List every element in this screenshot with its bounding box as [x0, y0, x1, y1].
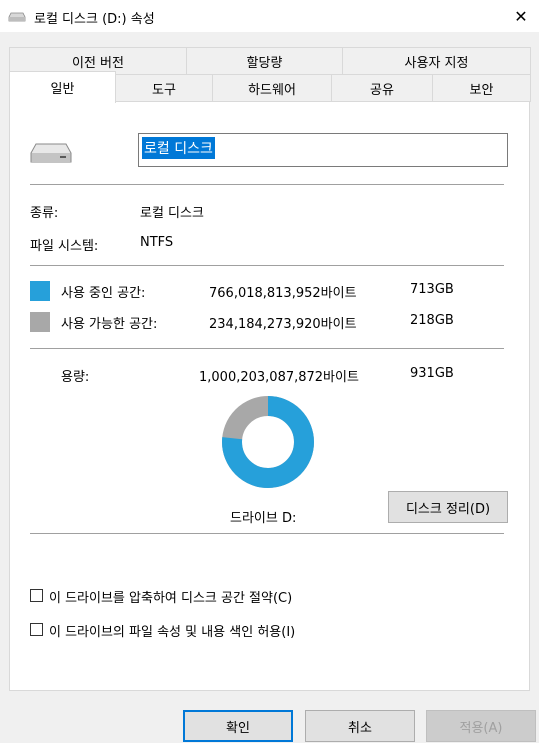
close-icon: ✕	[514, 6, 528, 26]
window-title: 로컬 디스크 (D:) 속성	[34, 12, 155, 27]
used-space-gb: 713GB	[410, 282, 454, 297]
free-space-label: 사용 가능한 공간:	[61, 317, 158, 332]
tab-hardware[interactable]: 하드웨어	[212, 74, 332, 102]
divider	[30, 348, 504, 349]
disk-cleanup-button[interactable]: 디스크 정리(D)	[388, 491, 508, 523]
close-button[interactable]: ✕	[506, 2, 536, 30]
apply-button[interactable]: 적용(A)	[426, 710, 536, 742]
compress-drive-label: 이 드라이브를 압축하여 디스크 공간 절약(C)	[49, 591, 293, 606]
free-space-swatch	[30, 312, 50, 332]
used-space-swatch	[30, 281, 50, 301]
tab-general[interactable]: 일반	[9, 71, 116, 103]
drive-icon-large	[30, 143, 72, 163]
divider	[30, 265, 504, 266]
used-space-bytes: 766,018,813,952바이트	[209, 286, 357, 301]
divider	[30, 533, 504, 534]
tab-tools[interactable]: 도구	[115, 74, 213, 102]
filesystem-label: 파일 시스템:	[30, 239, 99, 254]
tab-security[interactable]: 보안	[432, 74, 531, 102]
index-drive-label: 이 드라이브의 파일 속성 및 내용 색인 허용(I)	[49, 625, 296, 640]
free-space-bytes: 234,184,273,920바이트	[209, 317, 357, 332]
drive-name-value: 로컬 디스크	[142, 137, 215, 159]
type-label: 종류:	[30, 206, 59, 221]
ok-button[interactable]: 확인	[183, 710, 293, 742]
tab-quota[interactable]: 할당량	[186, 47, 343, 75]
index-drive-checkbox[interactable]	[30, 623, 43, 636]
drive-letter-label: 드라이브 D:	[230, 511, 297, 526]
tab-sharing[interactable]: 공유	[331, 74, 433, 102]
used-space-label: 사용 중인 공간:	[61, 286, 146, 301]
drive-name-input[interactable]: 로컬 디스크	[138, 133, 508, 167]
free-space-gb: 218GB	[410, 313, 454, 328]
divider	[30, 184, 504, 185]
cancel-button[interactable]: 취소	[305, 710, 415, 742]
filesystem-value: NTFS	[140, 235, 174, 250]
drive-icon	[8, 12, 26, 22]
tab-customize[interactable]: 사용자 지정	[342, 47, 531, 75]
title-bar: 로컬 디스크 (D:) 속성 ✕	[0, 0, 539, 32]
type-value: 로컬 디스크	[140, 206, 204, 221]
compress-drive-checkbox[interactable]	[30, 589, 43, 602]
usage-donut-chart	[222, 396, 314, 488]
capacity-bytes: 1,000,203,087,872바이트	[199, 370, 359, 385]
capacity-label: 용량:	[61, 370, 90, 385]
capacity-gb: 931GB	[410, 366, 454, 381]
